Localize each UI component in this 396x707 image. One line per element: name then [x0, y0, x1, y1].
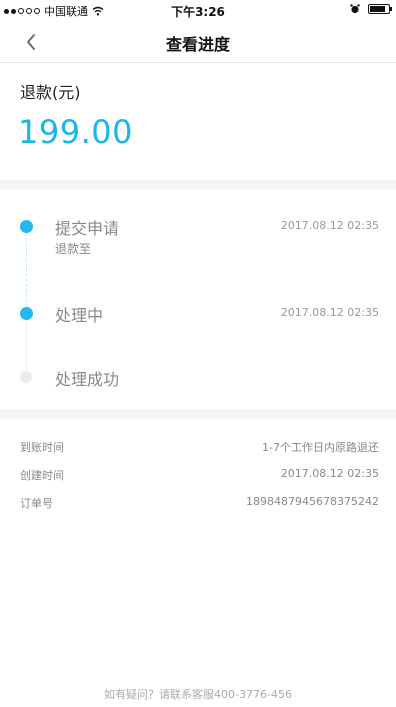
timeline-connector-done — [26, 233, 27, 307]
detail-label: 创建时间 — [20, 469, 64, 482]
step-time: 2017.08.12 02:35 — [280, 306, 379, 319]
refund-summary-card: 退款(元) 199.00 — [0, 63, 396, 180]
detail-label: 到账时间 — [20, 441, 64, 454]
step-dot-done — [20, 220, 33, 233]
nav-bar: 查看进度 — [0, 20, 396, 63]
battery-icon — [368, 4, 392, 14]
alarm-clock-icon — [350, 4, 360, 14]
detail-label: 订单号 — [20, 497, 53, 510]
step-title: 处理成功 — [55, 370, 120, 389]
step-title: 提交申请 — [55, 219, 120, 238]
refund-details: 到账时间 1-7个工作日内原路退还 创建时间 2017.08.12 02:35 … — [0, 419, 396, 707]
status-right — [350, 4, 392, 14]
customer-service-note: 如有疑问？请联系客服400-3776-456 — [104, 688, 292, 701]
step-dot-pending — [20, 371, 32, 383]
status-time: 下午3:26 — [171, 5, 225, 19]
detail-value: 1898487945678375242 — [246, 495, 379, 508]
page-title: 查看进度 — [165, 35, 230, 54]
step-dot-current — [20, 307, 33, 320]
step-title: 处理中 — [55, 306, 104, 325]
battery-level — [370, 6, 385, 12]
step-time: 2017.08.12 02:35 — [280, 219, 379, 232]
status-bar: 中国联通 下午3:26 — [0, 0, 396, 20]
timeline-connector-pending — [26, 320, 27, 376]
refund-amount: 199.00 — [18, 113, 133, 151]
detail-value: 2017.08.12 02:35 — [280, 467, 379, 480]
detail-value: 1-7个工作日内原路退还 — [262, 441, 379, 454]
refund-label: 退款(元) — [20, 83, 81, 102]
progress-timeline: 提交申请 退款至 2017.08.12 02:35 处理中 2017.08.12… — [0, 189, 396, 409]
step-subtitle: 退款至 — [55, 242, 92, 256]
